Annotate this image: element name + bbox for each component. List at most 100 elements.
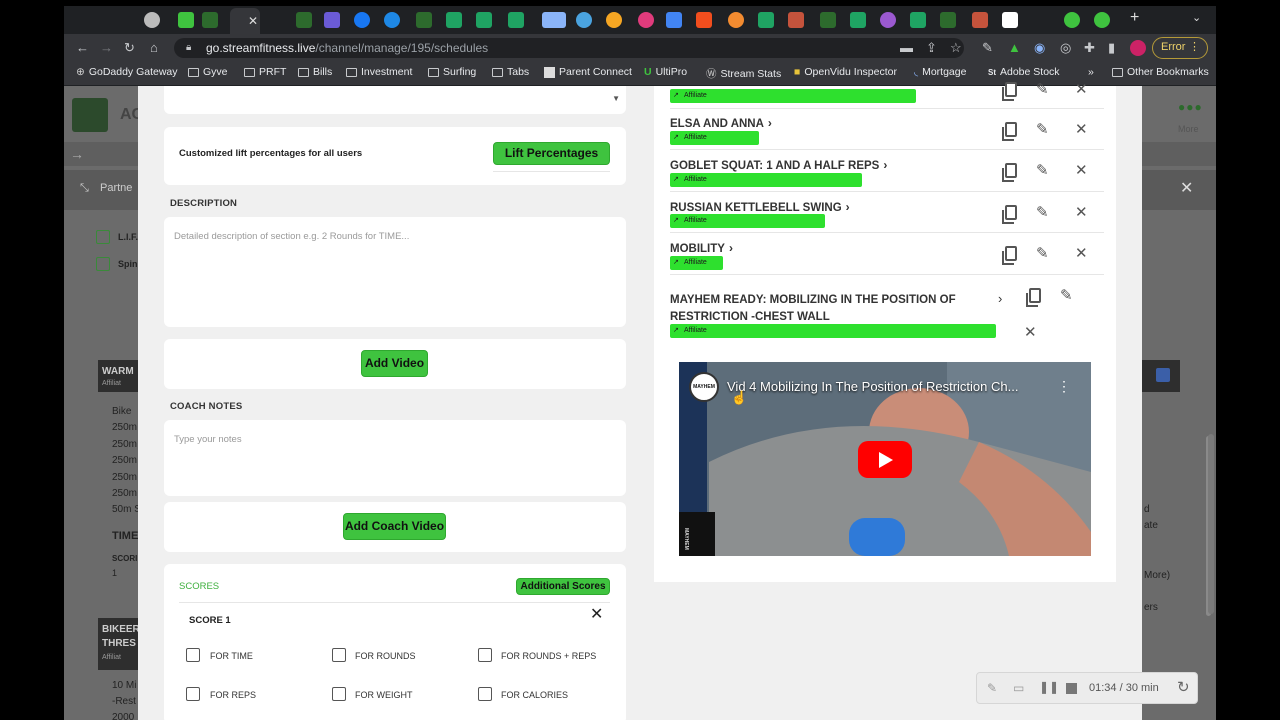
menu-dots-icon[interactable]: ●●● bbox=[1178, 100, 1203, 114]
copy-icon[interactable] bbox=[1002, 82, 1017, 101]
copy-icon[interactable] bbox=[1002, 205, 1017, 224]
for-weight-checkbox[interactable] bbox=[332, 687, 346, 701]
app-tab-icon[interactable] bbox=[576, 12, 592, 28]
extension-icon[interactable]: ▲ bbox=[1008, 40, 1021, 56]
sheets-tab-icon[interactable] bbox=[508, 12, 524, 28]
additional-scores-button[interactable]: Additional Scores bbox=[516, 578, 610, 595]
background-checkbox[interactable] bbox=[96, 230, 110, 244]
bookmark-folder[interactable]: Investment bbox=[346, 66, 412, 78]
pause-icon[interactable]: ❚❚ bbox=[1039, 680, 1059, 694]
bookmark-item[interactable]: Ⓦ Stream Stats bbox=[706, 66, 781, 81]
stream-tab-icon[interactable] bbox=[178, 12, 194, 28]
more-label[interactable]: More bbox=[1178, 124, 1199, 134]
avatar[interactable] bbox=[1130, 40, 1146, 56]
for-reps-checkbox[interactable] bbox=[186, 687, 200, 701]
bookmark-folder[interactable]: Bills bbox=[298, 66, 332, 78]
dribbble-tab-icon[interactable] bbox=[638, 12, 654, 28]
bookmark-folder[interactable]: Gyve bbox=[188, 66, 228, 78]
tab-list-icon[interactable]: ⌄ bbox=[1192, 11, 1201, 24]
puzzle-icon[interactable]: ✚ bbox=[1084, 40, 1095, 56]
sheets-tab-icon[interactable] bbox=[476, 12, 492, 28]
active-tab[interactable]: ✕ bbox=[230, 8, 260, 34]
arrow-right-icon[interactable]: → bbox=[70, 146, 84, 162]
delete-icon[interactable]: ✕ bbox=[1075, 205, 1088, 221]
lift-percentages-button[interactable]: Lift Percentages bbox=[493, 142, 610, 165]
edit-icon[interactable]: ✎ bbox=[1060, 288, 1073, 304]
section-select[interactable]: ▼ bbox=[164, 86, 626, 114]
bookmark-item[interactable]: ⊕ GoDaddy Gateway bbox=[76, 66, 178, 78]
facebook-tab-icon[interactable] bbox=[354, 12, 370, 28]
docs-tab-icon[interactable] bbox=[666, 12, 682, 28]
app-tab-icon[interactable] bbox=[972, 12, 988, 28]
delete-icon[interactable]: ✕ bbox=[1075, 246, 1088, 262]
bookmark-folder[interactable]: Surfing bbox=[428, 66, 476, 78]
messenger-tab-icon[interactable] bbox=[384, 12, 400, 28]
home-icon[interactable]: ⌂ bbox=[150, 40, 158, 56]
add-coach-video-button[interactable]: Add Coach Video bbox=[343, 513, 446, 540]
channel-logo[interactable]: MAYHEM bbox=[689, 372, 719, 402]
bookmark-item[interactable]: ■ OpenVidu Inspector bbox=[794, 66, 897, 78]
app-tab-icon[interactable] bbox=[1094, 12, 1110, 28]
bookmark-item[interactable]: St Adobe Stock bbox=[988, 66, 1060, 78]
profile-error-button[interactable]: Error ⋮ bbox=[1152, 37, 1208, 59]
side-panel-icon[interactable]: ▮ bbox=[1108, 40, 1115, 56]
stream-tab-icon[interactable] bbox=[416, 12, 432, 28]
address-bar[interactable]: 🔒︎ go.streamfitness.live/channel/manage/… bbox=[174, 38, 964, 58]
description-textarea[interactable]: Detailed description of section e.g. 2 R… bbox=[164, 217, 626, 327]
copy-icon[interactable] bbox=[1002, 246, 1017, 265]
video-menu-icon[interactable]: ⋮ bbox=[1057, 378, 1071, 395]
back-icon[interactable]: ← bbox=[76, 40, 89, 56]
sheets-tab-icon[interactable] bbox=[758, 12, 774, 28]
extension-icon[interactable]: ◎ bbox=[1060, 40, 1071, 56]
copy-icon[interactable] bbox=[1026, 288, 1041, 307]
delete-icon[interactable]: ✕ bbox=[1075, 82, 1088, 98]
pen-icon[interactable]: ✎ bbox=[987, 681, 997, 695]
play-button[interactable] bbox=[858, 441, 912, 478]
remove-score-icon[interactable]: ✕ bbox=[590, 604, 603, 624]
tp-tab-icon[interactable] bbox=[542, 12, 566, 28]
stream-tab-icon[interactable] bbox=[820, 12, 836, 28]
eraser-icon[interactable]: ▭ bbox=[1013, 681, 1024, 695]
app-tab-icon[interactable] bbox=[788, 12, 804, 28]
chevron-right-icon[interactable]: › bbox=[998, 291, 1002, 306]
camera-icon[interactable]: ▬ bbox=[900, 40, 913, 56]
bookmark-star-icon[interactable]: ☆ bbox=[950, 40, 962, 56]
delete-icon[interactable]: ✕ bbox=[1075, 163, 1088, 179]
edit-icon[interactable]: ✎ bbox=[1036, 205, 1049, 221]
sheets-tab-icon[interactable] bbox=[446, 12, 462, 28]
rec-extension-icon[interactable]: ◉ bbox=[1034, 40, 1045, 56]
app-tab-icon[interactable] bbox=[606, 12, 622, 28]
sheets-tab-icon[interactable] bbox=[850, 12, 866, 28]
extension-icon[interactable]: ✎ bbox=[982, 40, 993, 56]
new-tab-icon[interactable]: + bbox=[1130, 9, 1139, 27]
edit-icon[interactable]: ✎ bbox=[1036, 82, 1049, 98]
bookmarks-overflow[interactable]: » bbox=[1088, 66, 1094, 78]
restart-icon[interactable]: ↻ bbox=[1177, 678, 1190, 696]
app-tab-icon[interactable] bbox=[1064, 12, 1080, 28]
video-title[interactable]: Vid 4 Mobilizing In The Position of Rest… bbox=[727, 379, 1018, 394]
close-tab-icon[interactable]: ✕ bbox=[248, 14, 258, 28]
for-rounds-reps-checkbox[interactable] bbox=[478, 648, 492, 662]
chrome-tab-icon[interactable] bbox=[144, 12, 160, 28]
add-video-button[interactable]: Add Video bbox=[361, 350, 428, 377]
video-player[interactable]: MAYHEM Vid 4 Mobilizing In The Position … bbox=[679, 362, 1091, 556]
forward-icon[interactable]: → bbox=[100, 40, 113, 56]
background-checkbox[interactable] bbox=[96, 257, 110, 271]
copy-icon[interactable] bbox=[1002, 122, 1017, 141]
page-scrollbar[interactable] bbox=[1208, 434, 1214, 614]
amazon-tab-icon[interactable] bbox=[1002, 12, 1018, 28]
edit-icon[interactable]: ✎ bbox=[1036, 246, 1049, 262]
copy-icon[interactable] bbox=[1002, 163, 1017, 182]
stream-tab-icon[interactable] bbox=[940, 12, 956, 28]
stream-tab-icon[interactable] bbox=[296, 12, 312, 28]
stop-icon[interactable] bbox=[1066, 683, 1077, 694]
share-icon[interactable]: ⇪ bbox=[926, 40, 937, 56]
bookmark-item[interactable]: ◟ Mortgage bbox=[914, 66, 966, 78]
expand-icon[interactable]: ⤡ bbox=[80, 182, 89, 195]
lock-icon[interactable] bbox=[1156, 368, 1170, 382]
delete-icon[interactable]: ✕ bbox=[1075, 122, 1088, 138]
reload-icon[interactable]: ↻ bbox=[124, 40, 135, 56]
coach-notes-textarea[interactable]: Type your notes bbox=[164, 420, 626, 496]
stripe-tab-icon[interactable] bbox=[324, 12, 340, 28]
stream-tab-icon[interactable] bbox=[202, 12, 218, 28]
